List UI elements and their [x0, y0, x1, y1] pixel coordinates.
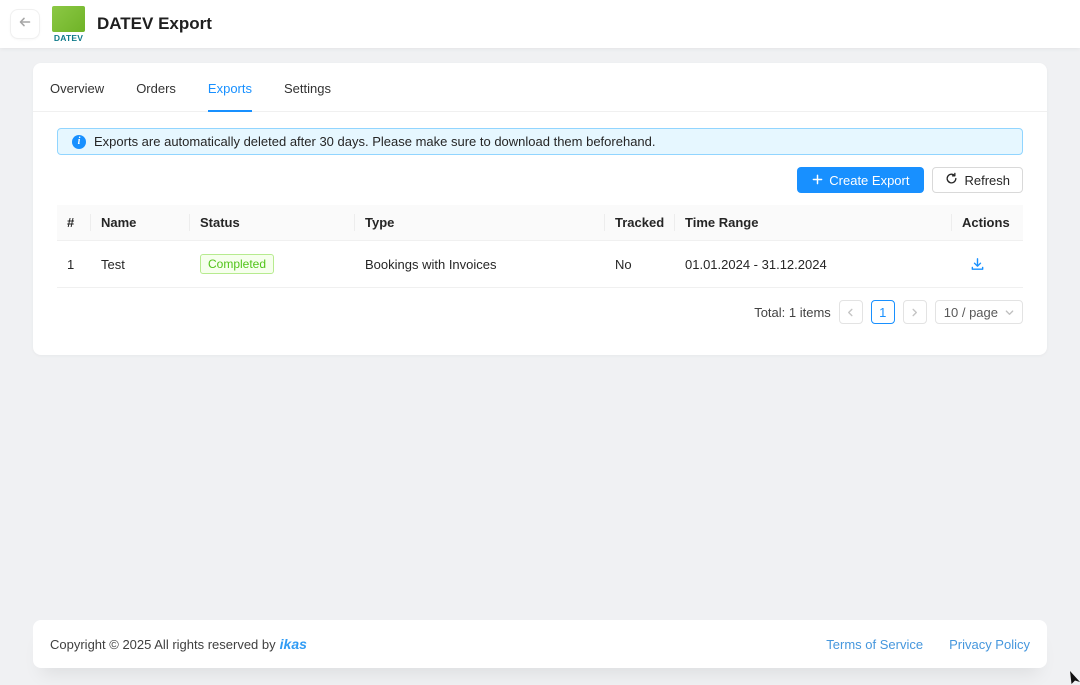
refresh-button[interactable]: Refresh: [932, 167, 1023, 193]
pagination-page-1[interactable]: 1: [871, 300, 895, 324]
column-header-index: #: [57, 205, 91, 240]
cell-actions: [952, 240, 1023, 288]
app-header: DATEV DATEV Export: [0, 0, 1080, 48]
table-header-row: # Name Status Type Tracked Time Range Ac…: [57, 205, 1023, 240]
back-button[interactable]: [10, 9, 40, 39]
page-size-value: 10 / page: [944, 305, 998, 320]
copyright: Copyright © 2025 All rights reserved by i…: [50, 636, 307, 652]
create-export-label: Create Export: [829, 173, 909, 188]
chevron-left-icon: [846, 305, 855, 320]
chevron-right-icon: [910, 305, 919, 320]
footer-links: Terms of Service Privacy Policy: [826, 637, 1030, 652]
plus-icon: [812, 173, 823, 188]
main-card: Overview Orders Exports Settings i Expor…: [33, 63, 1047, 355]
info-circle-icon: i: [72, 135, 86, 149]
privacy-policy-link[interactable]: Privacy Policy: [949, 637, 1030, 652]
table-row: 1 Test Completed Bookings with Invoices …: [57, 240, 1023, 288]
pagination-next-button[interactable]: [903, 300, 927, 324]
pagination-prev-button[interactable]: [839, 300, 863, 324]
datev-logo-wordmark: DATEV: [54, 33, 83, 43]
cell-time-range: 01.01.2024 - 31.12.2024: [675, 240, 952, 288]
page-title: DATEV Export: [97, 14, 212, 34]
column-header-time-range: Time Range: [675, 205, 952, 240]
tab-overview[interactable]: Overview: [50, 63, 104, 112]
info-alert-text: Exports are automatically deleted after …: [94, 134, 656, 149]
tab-orders[interactable]: Orders: [136, 63, 176, 112]
cell-type: Bookings with Invoices: [355, 240, 605, 288]
column-header-status: Status: [190, 205, 355, 240]
arrow-left-icon: [18, 15, 32, 34]
column-header-type: Type: [355, 205, 605, 240]
cell-name: Test: [91, 240, 190, 288]
chevron-down-icon: [1005, 308, 1014, 317]
create-export-button[interactable]: Create Export: [797, 167, 924, 193]
column-header-name: Name: [91, 205, 190, 240]
cell-index: 1: [57, 240, 91, 288]
datev-logo: DATEV: [52, 6, 85, 43]
reload-icon: [945, 172, 958, 188]
exports-table: # Name Status Type Tracked Time Range Ac…: [57, 205, 1023, 288]
app-footer: Copyright © 2025 All rights reserved by i…: [33, 620, 1047, 668]
tab-bar: Overview Orders Exports Settings: [33, 63, 1047, 112]
cell-status: Completed: [190, 240, 355, 288]
copyright-text: Copyright © 2025 All rights reserved by: [50, 637, 276, 652]
datev-logo-square: [52, 6, 85, 32]
terms-of-service-link[interactable]: Terms of Service: [826, 637, 923, 652]
mouse-cursor: [1068, 670, 1080, 685]
column-header-actions: Actions: [952, 205, 1023, 240]
download-icon[interactable]: [970, 257, 985, 272]
toolbar: Create Export Refresh: [57, 167, 1023, 193]
tab-settings[interactable]: Settings: [284, 63, 331, 112]
column-header-tracked: Tracked: [605, 205, 675, 240]
refresh-label: Refresh: [964, 173, 1010, 188]
pagination: Total: 1 items 1 10 / page: [57, 300, 1023, 324]
pagination-total: Total: 1 items: [754, 305, 831, 320]
page-size-select[interactable]: 10 / page: [935, 300, 1023, 324]
cell-tracked: No: [605, 240, 675, 288]
status-badge: Completed: [200, 254, 274, 274]
tab-exports[interactable]: Exports: [208, 63, 252, 112]
ikas-brand-link[interactable]: ikas: [280, 636, 307, 652]
info-alert: i Exports are automatically deleted afte…: [57, 128, 1023, 155]
